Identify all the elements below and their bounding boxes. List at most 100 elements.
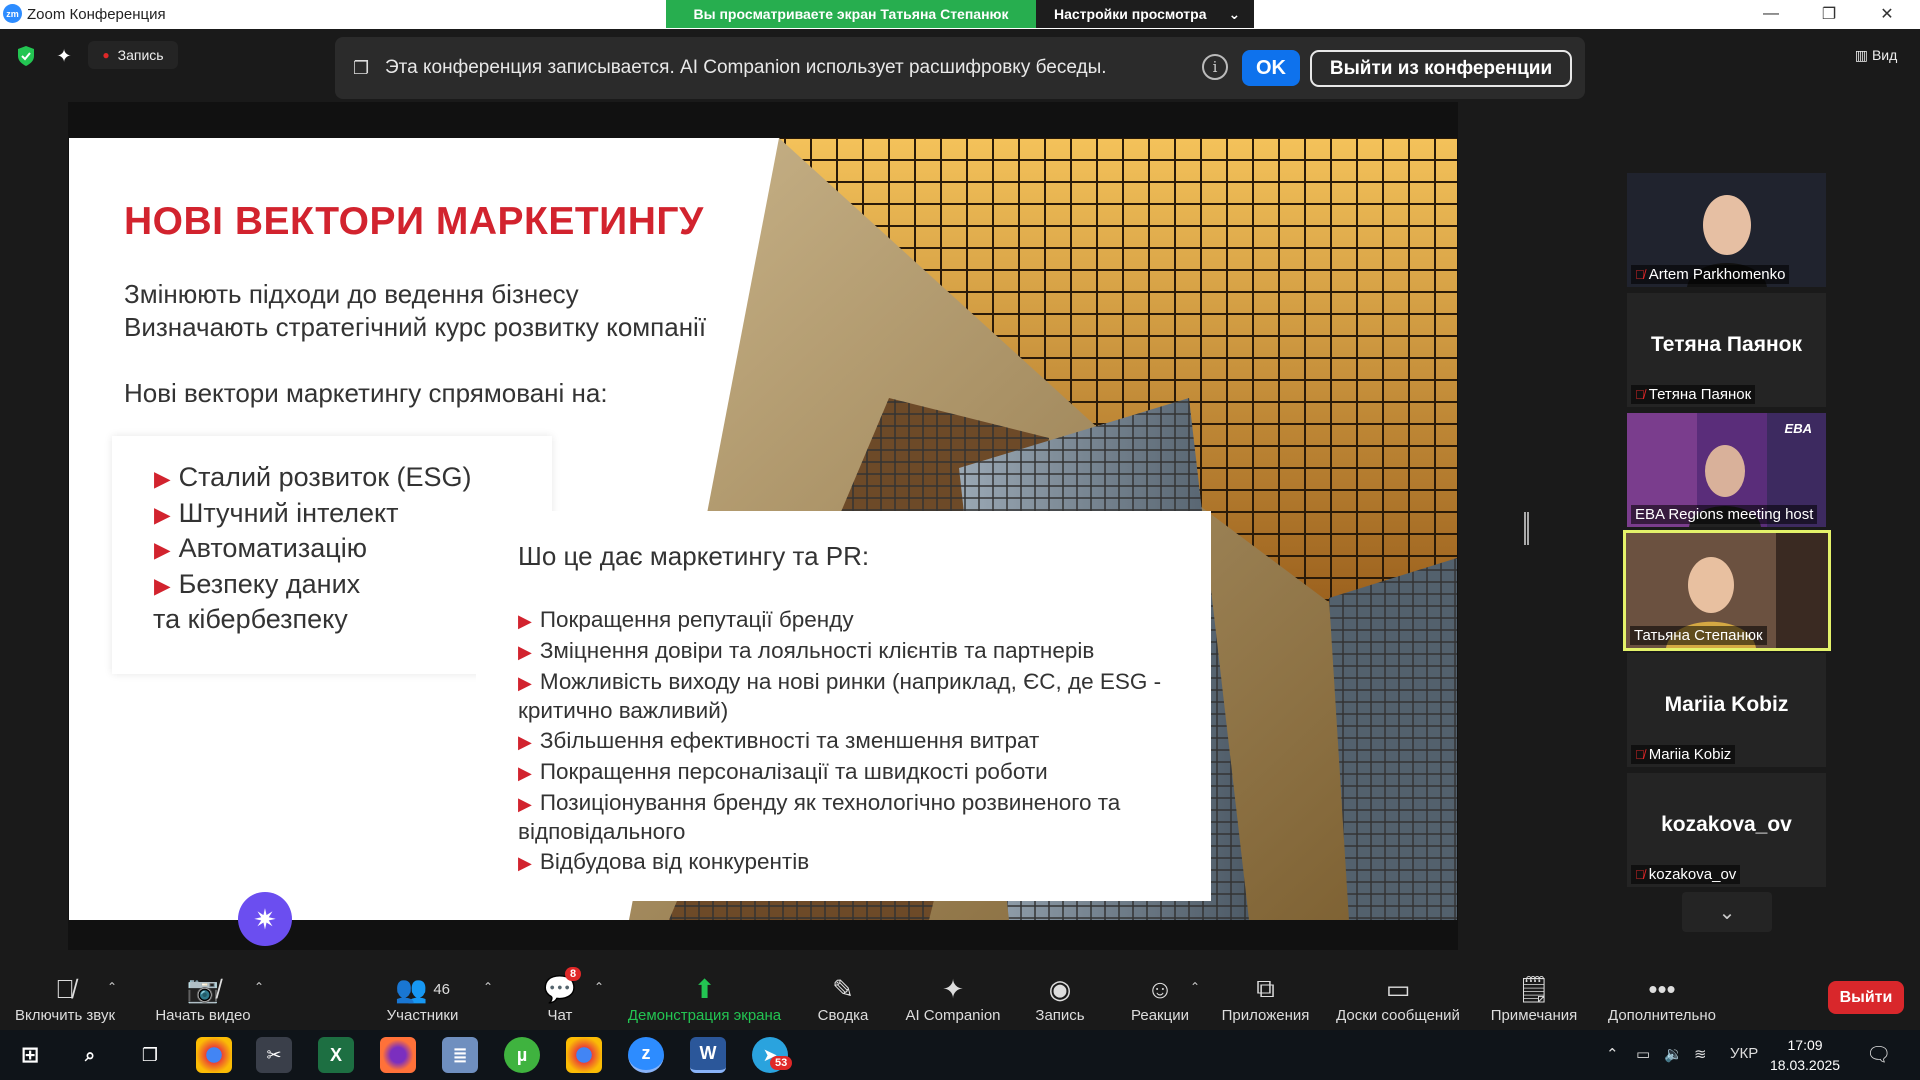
info-icon[interactable]: i [1202, 54, 1228, 80]
chevron-up-icon[interactable]: ⌃ [1190, 980, 1200, 994]
chevron-up-icon[interactable]: ⌃ [1606, 1045, 1619, 1063]
list-item: ▶ Сталий розвиток (ESG) [154, 462, 472, 492]
chevron-up-icon[interactable]: ⌃ [254, 980, 264, 994]
close-icon[interactable]: ✕ [1858, 0, 1916, 28]
system-clock[interactable]: 17:09 18.03.2025 [1770, 1035, 1840, 1075]
ai-companion-button[interactable]: ✦ AI Companion [898, 962, 1008, 1030]
more-icon: ••• [1648, 973, 1676, 1004]
minimize-icon[interactable]: — [1742, 0, 1800, 28]
volume-icon[interactable]: 🔉 [1664, 1045, 1683, 1063]
battery-icon[interactable]: ▭ [1636, 1045, 1650, 1063]
apps-label: Приложения [1221, 1007, 1310, 1024]
active-speaker-tile[interactable]: Татьяна Степанюк [1623, 530, 1831, 651]
notes-button[interactable]: 🗒 Примечания [1484, 962, 1584, 1030]
participant-tile[interactable]: Mariia Kobiz 🎙̸ Mariia Kobiz [1627, 653, 1826, 767]
mic-muted-icon: 🎙̸ [55, 973, 75, 1004]
participants-count: 46 [433, 980, 451, 998]
snipping-tool-icon[interactable]: ✂ [256, 1037, 292, 1073]
chevron-up-icon[interactable]: ⌃ [107, 980, 117, 994]
start-video-label: Начать видео [155, 1007, 251, 1024]
participants-button[interactable]: 👥 46 Участники [370, 962, 475, 1030]
smile-icon: ☺ [1146, 973, 1174, 1004]
chat-badge: 8 [565, 967, 582, 981]
recording-indicator[interactable]: ● Запись [88, 41, 178, 69]
title-bar: zm Zoom Конференция Вы просматриваете эк… [0, 0, 1920, 29]
list-item: ▶ Можливість виходу на нові ринки (наприк… [518, 669, 1162, 723]
chat-button[interactable]: 💬 Чат [530, 962, 590, 1030]
wifi-icon[interactable]: ≋ [1694, 1045, 1707, 1063]
notes-icon: 🗒 [1517, 973, 1551, 1004]
zoom-icon[interactable]: z [628, 1037, 664, 1073]
unmute-button[interactable]: 🎙̸ Включить звук [10, 962, 120, 1030]
firefox-icon[interactable] [380, 1037, 416, 1073]
ok-button[interactable]: OK [1242, 50, 1300, 86]
task-view-icon[interactable]: ❐ [132, 1037, 168, 1073]
notifications-icon[interactable]: 🗨 [1866, 1042, 1891, 1067]
whiteboards-button[interactable]: ▭ Доски сообщений [1328, 962, 1468, 1030]
mic-muted-icon: 🎙̸ [1635, 747, 1645, 762]
chevron-down-icon[interactable]: ⌄ [1682, 892, 1772, 932]
mic-muted-icon: 🎙̸ [1635, 867, 1645, 882]
search-icon[interactable]: ⌕ [72, 1037, 108, 1073]
record-label: Запись [1035, 1007, 1085, 1024]
reactions-label: Реакции [1131, 1007, 1189, 1024]
participant-tile[interactable]: EBA EBA Regions meeting host [1627, 413, 1826, 527]
list-item: ▶ Позиціонування бренду як технологічно р… [518, 790, 1121, 844]
more-button[interactable]: ••• Дополнительно [1603, 962, 1721, 1030]
list-item: ▶ Покращення репутації бренду [518, 607, 854, 632]
notepad-icon[interactable]: ≣ [442, 1037, 478, 1073]
slide-line-3: Нові вектори маркетингу спрямовані на: [124, 378, 608, 408]
reactions-button[interactable]: ☺ Реакции [1130, 962, 1190, 1030]
view-settings-label: Настройки просмотра [1054, 6, 1207, 22]
mic-muted-icon: 🎙̸ [1635, 387, 1645, 402]
record-button[interactable]: ◉ Запись [1030, 962, 1090, 1030]
zoom-logo-icon: zm [3, 4, 22, 23]
language-indicator[interactable]: УКР [1730, 1045, 1758, 1062]
sparkle-icon[interactable]: ✦ [50, 42, 78, 70]
leave-button[interactable]: Выйти [1828, 981, 1904, 1014]
summary-button[interactable]: ✎ Сводка [808, 962, 878, 1030]
start-video-button[interactable]: 📷̸ Начать видео [148, 962, 258, 1030]
unmute-label: Включить звук [14, 1007, 116, 1024]
share-screen-button[interactable]: ⬆ Демонстрация экрана [622, 962, 787, 1030]
shield-icon[interactable] [12, 42, 40, 70]
chevron-up-icon[interactable]: ⌃ [594, 980, 604, 994]
view-settings-button[interactable]: Настройки просмотра ⌄ [1036, 0, 1254, 28]
participant-tile[interactable]: kozakova_ov 🎙̸ kozakova_ov [1627, 773, 1826, 887]
ai-assistant-fab[interactable]: ✷ [238, 892, 292, 946]
windows-start-icon[interactable]: ⊞ [12, 1037, 48, 1073]
list-item: ▶ Зміцнення довіри та лояльності клієнтів… [518, 638, 1095, 663]
utorrent-icon[interactable]: µ [504, 1037, 540, 1073]
chevron-down-icon: ⌄ [1228, 5, 1241, 22]
excel-icon[interactable]: X [318, 1037, 354, 1073]
windows-taskbar: ⊞ ⌕ ❐ ✂ X ≣ µ z W ➤ 53 ⌃ ▭ 🔉 ≋ УКР 17:09… [0, 1030, 1920, 1080]
mic-muted-icon: 🎙̸ [1635, 267, 1645, 282]
participant-big-name: Mariia Kobiz [1664, 693, 1789, 716]
list-item: ▶ Безпеку даних [154, 569, 361, 599]
chrome-profile-icon[interactable] [566, 1037, 602, 1073]
participant-tile[interactable]: 🎙̸ Artem Parkhomenko [1627, 173, 1826, 287]
list-item: ▶ Покращення персоналізації та швидкості … [518, 759, 1048, 784]
participant-name: Татьяна Степанюк [1630, 626, 1767, 645]
list-item-continuation: та кібербезпеку [153, 604, 348, 634]
list-item: ▶ Відбудова від конкурентів [518, 849, 810, 874]
participant-big-name: kozakova_ov [1661, 813, 1792, 836]
participant-tile[interactable]: Тетяна Паянок 🎙̸ Тетяна Паянок [1627, 293, 1826, 407]
word-icon[interactable]: W [690, 1037, 726, 1073]
list-item: ▶ Збільшення ефективності та зменшення ви… [518, 728, 1040, 753]
benefits-box: Шо це дає маркетингу та PR: ▶ Покращення … [476, 511, 1211, 901]
share-screen-label: Демонстрация экрана [627, 1007, 782, 1024]
list-item: ▶ Штучний інтелект [154, 498, 399, 528]
restore-icon[interactable]: ❐ [1800, 0, 1858, 28]
panel-resize-handle[interactable] [1524, 512, 1529, 545]
participant-name: 🎙̸ Mariia Kobiz [1631, 745, 1736, 764]
apps-button[interactable]: ⧉ Приложения [1218, 962, 1313, 1030]
chevron-up-icon[interactable]: ⌃ [483, 980, 493, 994]
leave-conference-button[interactable]: Выйти из конференции [1310, 50, 1572, 87]
view-button[interactable]: ▥ Вид [1846, 41, 1906, 69]
participant-name: 🎙̸ kozakova_ov [1631, 865, 1741, 884]
eba-logo: EBA [1784, 421, 1812, 436]
presentation-slide: НОВІ ВЕКТОРИ МАРКЕТИНГУ Змінюють підходи… [69, 138, 1457, 920]
chrome-icon[interactable] [196, 1037, 232, 1073]
clock-date: 18.03.2025 [1770, 1057, 1841, 1073]
